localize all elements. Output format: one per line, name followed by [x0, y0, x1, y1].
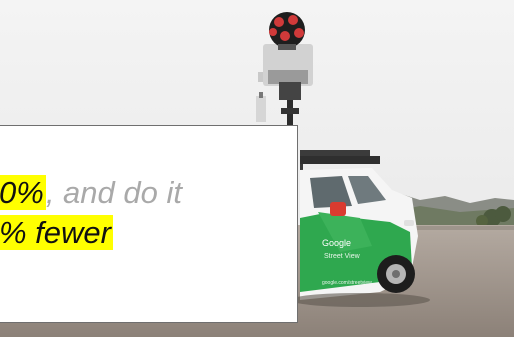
- car-product-text: Street View: [324, 253, 361, 260]
- quote-line-1: 0%, and do it: [0, 174, 182, 212]
- highlighted-text: % fewer: [0, 215, 113, 250]
- quote-card: 0%, and do it % fewer: [0, 125, 298, 323]
- car-brand-text: Google: [322, 238, 351, 248]
- car-url-text: google.com/streetview: [322, 280, 372, 286]
- highlighted-text: 0%: [0, 175, 46, 210]
- quote-text: , and do it: [45, 175, 182, 210]
- quote-line-2: % fewer: [0, 214, 113, 252]
- content-area: Google Street View google.com/streetview…: [0, 0, 514, 337]
